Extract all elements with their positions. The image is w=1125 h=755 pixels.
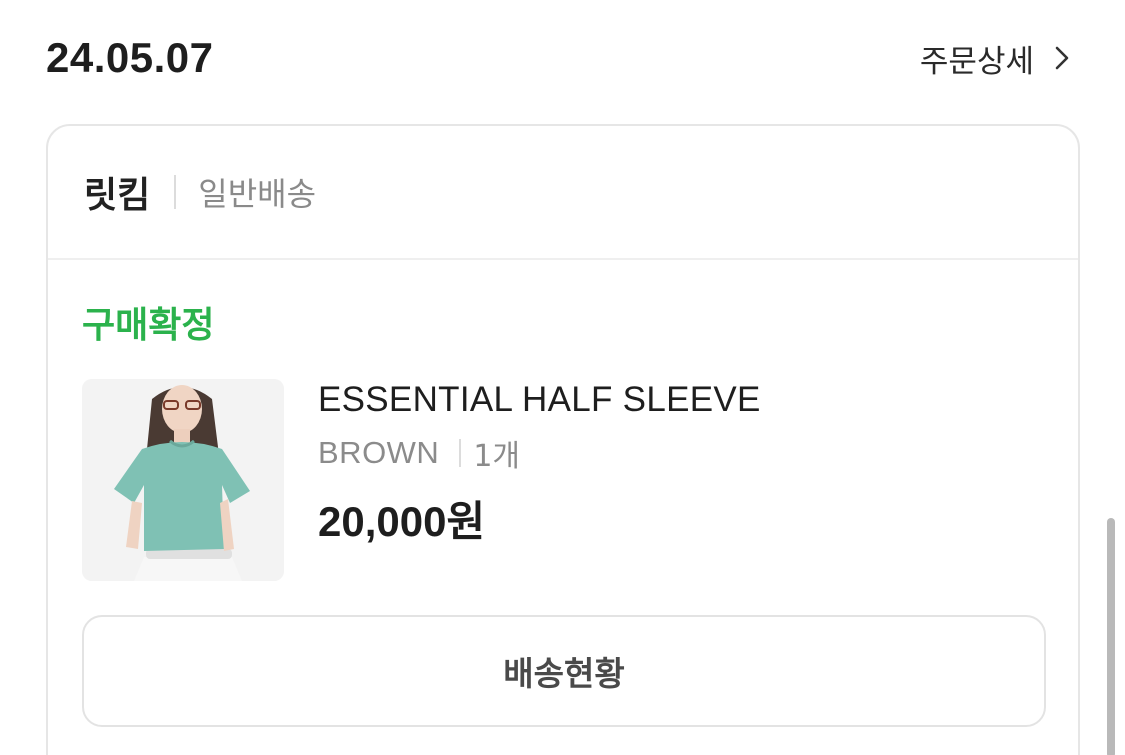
order-detail-label: 주문상세 xyxy=(919,43,1034,80)
order-date: 24.05.07 xyxy=(46,34,214,81)
product-photo-icon xyxy=(82,379,284,581)
divider xyxy=(459,439,462,467)
order-header: 24.05.07 주문상세 xyxy=(46,30,1076,86)
product-option-color: BROWN xyxy=(318,435,440,470)
seller-row: 릿킴 일반배송 xyxy=(48,126,1078,260)
chevron-right-icon xyxy=(1048,44,1076,72)
order-detail-link[interactable]: 주문상세 xyxy=(920,36,1076,81)
order-card: 릿킴 일반배송 구매확정 ESSENTIAL HALF SLEEVE BROWN… xyxy=(46,124,1080,755)
product-options: BROWN 1개 xyxy=(318,432,761,474)
product-name[interactable]: ESSENTIAL HALF SLEEVE xyxy=(318,378,761,422)
product-thumbnail[interactable] xyxy=(82,379,284,581)
delivery-status-label: 배송현황 xyxy=(503,654,625,693)
product-price: 20,000원 xyxy=(318,498,486,545)
order-page: 24.05.07 주문상세 릿킴 일반배송 구매확정 ESSENTIAL HAL… xyxy=(0,0,1125,755)
seller-name[interactable]: 릿킴 xyxy=(84,166,150,218)
divider xyxy=(174,175,177,209)
scrollbar[interactable] xyxy=(1107,518,1115,755)
product-quantity: 1개 xyxy=(473,439,521,474)
product-info: ESSENTIAL HALF SLEEVE BROWN 1개 20,000원 xyxy=(318,378,761,549)
order-status: 구매확정 xyxy=(82,305,215,346)
delivery-status-button[interactable]: 배송현황 xyxy=(82,615,1046,727)
delivery-type: 일반배송 xyxy=(198,175,317,213)
